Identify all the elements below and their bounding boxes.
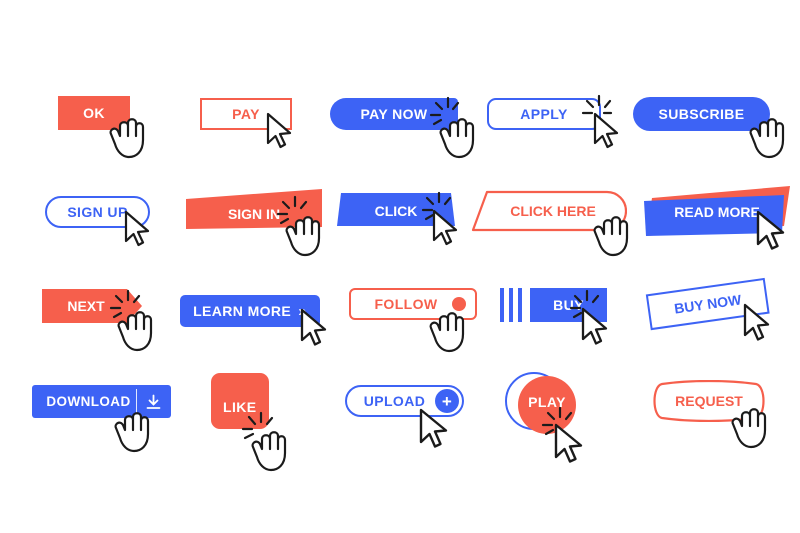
three-bars-icon [500,288,526,322]
next-button[interactable]: NEXT [42,289,142,323]
buy-button-label: BUY [553,297,584,313]
download-icon [146,394,161,409]
buy-now-button-label: BUY NOW [673,291,743,317]
learn-more-button-label: LEARN MORE [193,303,292,319]
like-button[interactable]: LIKE [211,373,269,429]
ok-button[interactable]: OK [58,96,130,130]
pay-now-button[interactable]: PAY NOW [330,98,458,130]
sign-up-button[interactable]: SIGN UP [45,196,150,228]
click-button-label: CLICK [374,203,418,219]
sign-up-button-label: SIGN UP [67,204,128,220]
buy-now-button[interactable]: BUY NOW [645,277,770,334]
play-button-label: PLAY [528,394,566,410]
apply-button[interactable]: APPLY [487,98,601,130]
upload-button-label: UPLOAD [363,393,426,409]
follow-button-label: FOLLOW [374,296,438,312]
play-button[interactable]: PLAY [518,376,576,434]
subscribe-button-label: SUBSCRIBE [658,106,745,122]
upload-button[interactable]: UPLOAD + [345,385,464,417]
dot-icon [452,297,466,311]
request-button-label: REQUEST [675,393,743,409]
subscribe-button[interactable]: SUBSCRIBE [633,97,770,131]
sign-in-button[interactable]: SIGN IN [186,189,322,233]
read-more-button-label: READ MORE [674,204,760,220]
follow-button[interactable]: FOLLOW [349,288,477,320]
pay-button-label: PAY [232,106,260,122]
next-button-label: NEXT [67,298,105,314]
click-here-button-label: CLICK HERE [510,203,596,219]
click-here-button[interactable]: CLICK HERE [471,190,628,232]
button-set-canvas: OK PAY PAY NOW APPLY SUBSCRIBE SIGN UP S… [0,0,800,533]
buy-button[interactable]: BUY [530,288,607,322]
sign-in-button-label: SIGN IN [227,206,281,222]
click-button[interactable]: CLICK [337,193,455,229]
buy-now-shape: BUY NOW [645,277,770,331]
plus-circle-icon[interactable]: + [435,389,459,413]
apply-button-label: APPLY [520,106,568,122]
divider [135,389,137,414]
double-chevron-right-icon: » [298,302,307,320]
download-button[interactable]: DOWNLOAD [32,385,171,418]
download-button-label: DOWNLOAD [46,394,131,409]
ok-button-label: OK [83,105,105,121]
pay-now-button-label: PAY NOW [360,106,428,122]
pay-button[interactable]: PAY [200,98,292,130]
read-more-button[interactable]: READ MORE [644,184,790,240]
hand-cursor-icon [251,431,287,472]
like-button-label: LIKE [223,399,257,415]
request-button[interactable]: REQUEST [650,379,768,423]
learn-more-button[interactable]: LEARN MORE » [180,295,320,327]
